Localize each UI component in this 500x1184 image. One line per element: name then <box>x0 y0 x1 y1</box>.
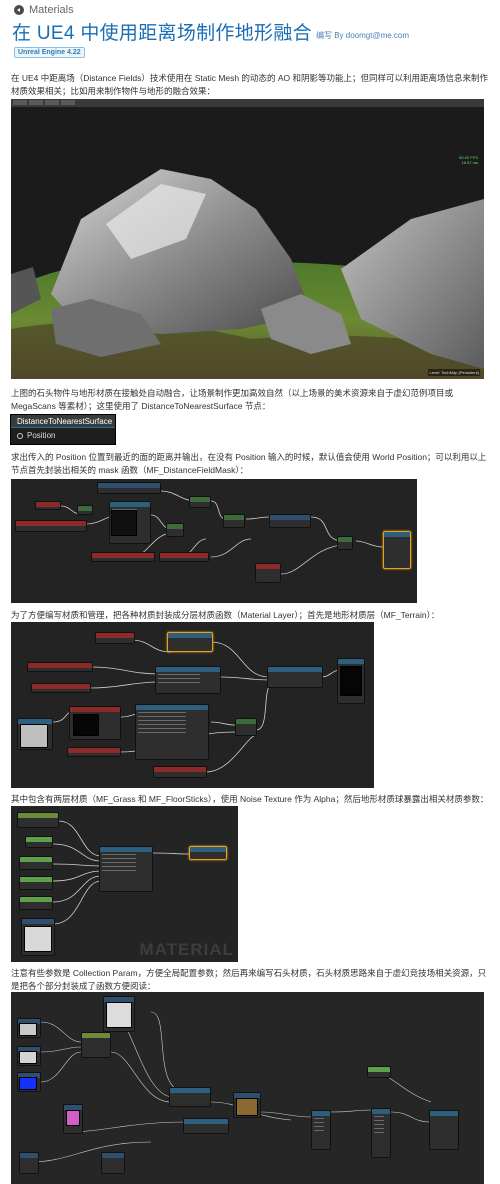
level-label: Level: TechMap (Persistent) <box>428 369 480 376</box>
terrain-layer-graph-image <box>11 622 374 788</box>
graph-wires <box>60 490 384 575</box>
mask-function-graph-image <box>11 479 417 603</box>
paragraph-4: 为了方便编写材质和管理，把各种材质封装成分层材质函数（Material Laye… <box>11 610 440 620</box>
pin-label: Position <box>27 431 56 440</box>
node-title: DistanceToNearestSurface <box>11 415 115 428</box>
input-pin-icon <box>17 433 23 439</box>
rock-material-graph-image <box>11 992 484 1184</box>
stats-overlay: 60.00 FPS 16.67 ms <box>459 155 478 165</box>
intro-paragraph: 在 UE4 中距离场（Distance Fields）技术使用在 Static … <box>11 73 489 96</box>
paragraph-2: 上图的石头物件与地形材质在接触处自动融合，让场景制作更加高效自然（以上场景的美术… <box>11 388 454 411</box>
material-watermark: MATERIAL <box>139 940 234 959</box>
distance-node-snippet: DistanceToNearestSurface Position <box>10 414 116 445</box>
viewport-render-image: 60.00 FPS 16.67 ms Level: TechMap (Persis… <box>11 99 484 379</box>
terrain-material-graph-image: MATERIAL <box>11 806 238 962</box>
breadcrumb-label[interactable]: Materials <box>29 4 74 16</box>
paragraph-6: 注意有些参数是 Collection Param，方便全局配置参数；然后再来编写… <box>11 968 487 991</box>
graph-wires <box>30 1011 432 1163</box>
author-link[interactable]: 编写 By doomgt@me.com <box>316 30 409 41</box>
breadcrumb[interactable]: Materials <box>14 4 74 16</box>
back-arrow-icon[interactable] <box>14 5 24 15</box>
page-title: 在 UE4 中使用距离场制作地形融合 <box>12 23 312 44</box>
version-tag-badge[interactable]: Unreal Engine 4.22 <box>14 47 85 58</box>
paragraph-3: 求出传入的 Position 位置到最近的面的距离并输出，在没有 Positio… <box>11 452 487 475</box>
terrain-scene-illustration <box>11 169 484 379</box>
paragraph-5: 其中包含有两层材质（MF_Grass 和 MF_FloorSticks），使用 … <box>11 794 489 804</box>
